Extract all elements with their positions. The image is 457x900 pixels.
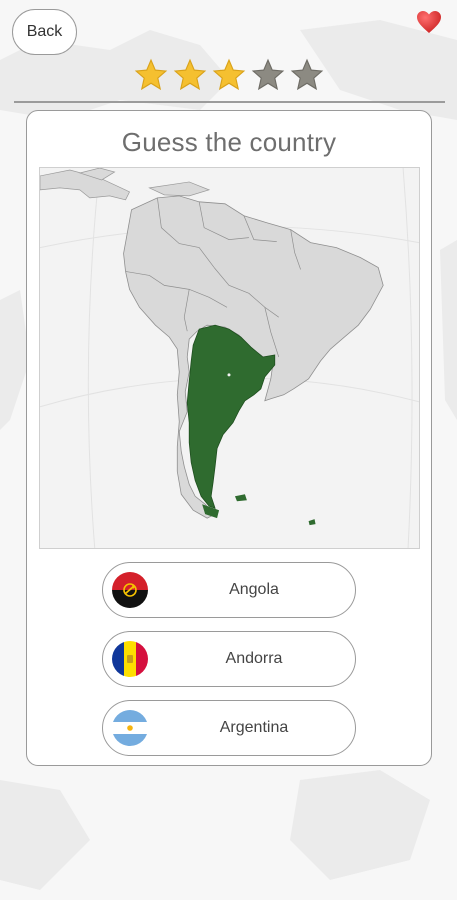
back-button[interactable]: Back <box>12 9 77 55</box>
header-divider <box>14 101 445 103</box>
star-filled-icon <box>212 58 246 91</box>
quiz-title: Guess the country <box>121 127 337 157</box>
answer-label: Andorra <box>225 650 283 667</box>
answer-button-argentina[interactable]: Argentina <box>102 700 356 756</box>
star-empty-icon <box>290 58 324 91</box>
answer-label: Argentina <box>219 719 289 736</box>
answer-button-andorra[interactable]: Andorra <box>102 631 356 687</box>
argentina-flag-icon <box>112 710 148 746</box>
angola-flag-icon <box>112 572 148 608</box>
andorra-flag-icon <box>112 641 148 677</box>
country-map <box>39 167 420 549</box>
answer-button-angola[interactable]: Angola <box>102 562 356 618</box>
answer-label: Angola <box>229 581 279 598</box>
star-filled-icon <box>134 58 168 91</box>
rating-stars <box>134 58 326 98</box>
star-filled-icon <box>173 58 207 91</box>
back-button-label: Back <box>26 23 63 40</box>
south-america-map <box>40 168 419 548</box>
heart-icon <box>417 11 441 33</box>
star-empty-icon <box>251 58 285 91</box>
quiz-card: Guess the country Angola Andorra Argenti… <box>26 110 432 766</box>
